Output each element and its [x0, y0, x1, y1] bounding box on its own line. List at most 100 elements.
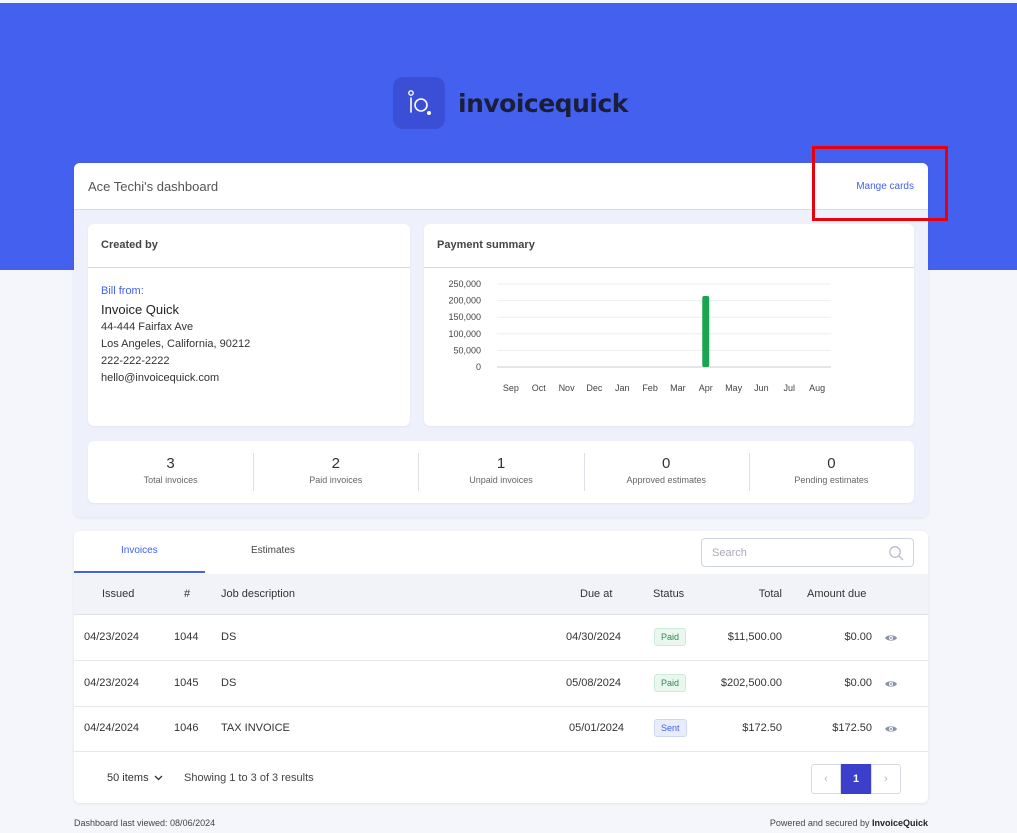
table-row[interactable]: 04/23/2024 1044 DS 04/30/2024 Paid $11,5… — [74, 615, 928, 661]
tab-invoices[interactable]: Invoices — [121, 545, 158, 556]
x-tick-label: Sep — [503, 383, 519, 393]
col-job-description[interactable]: Job description — [221, 588, 295, 600]
stat-value: 1 — [496, 455, 506, 472]
created-by-card: Created by Bill from: Invoice Quick 44-4… — [88, 224, 410, 426]
payment-summary-heading: Payment summary — [424, 224, 914, 268]
tab-estimates[interactable]: Estimates — [251, 545, 295, 556]
table-header: Issued # Job description Due at Status T… — [74, 574, 928, 615]
x-tick-label: May — [725, 383, 743, 393]
created-by-heading: Created by — [88, 224, 410, 268]
brand-header: invoicequick — [393, 77, 628, 129]
stat-label: Total invoices — [143, 475, 198, 485]
x-tick-label: Jul — [783, 383, 795, 393]
pagination: ‹ 1 › — [811, 764, 901, 794]
iq-logo-icon — [393, 77, 445, 129]
active-tab-indicator — [74, 571, 205, 573]
y-tick-label: 150,000 — [448, 312, 481, 322]
x-tick-label: Oct — [532, 383, 547, 393]
dashboard-header: Ace Techi's dashboard Mange cards — [74, 163, 928, 210]
per-page-value: 50 items — [107, 772, 149, 784]
dashboard-panel: Ace Techi's dashboard Mange cards Create… — [74, 163, 928, 517]
stat-value: 0 — [662, 455, 671, 472]
stat-label: Unpaid invoices — [469, 475, 533, 485]
y-tick-label: 250,000 — [448, 279, 481, 289]
brand-name: invoicequick — [458, 88, 628, 118]
dashboard-title: Ace Techi's dashboard — [88, 179, 219, 194]
manage-cards-link[interactable]: Mange cards — [856, 181, 914, 192]
chevron-down-icon — [152, 772, 163, 784]
view-eye-icon[interactable] — [884, 630, 898, 648]
cell-total: $202,500.00 — [720, 677, 782, 689]
y-tick-label: 50,000 — [453, 345, 481, 355]
table-footer: 50 items Showing 1 to 3 of 3 results ‹ 1… — [74, 752, 928, 803]
cell-number: 1044 — [174, 631, 199, 643]
status-badge: Paid — [654, 628, 687, 646]
stat-unpaid-invoices: 1 Unpaid invoices — [418, 441, 583, 503]
stats-card: 3 Total invoices 2 Paid invoices 1 Unpai… — [88, 441, 914, 503]
cell-total: $11,500.00 — [727, 631, 782, 643]
y-tick-label: 0 — [476, 362, 481, 372]
cell-amount-due: $0.00 — [844, 677, 872, 689]
view-eye-icon[interactable] — [884, 721, 898, 739]
last-viewed-text: Dashboard last viewed: 08/06/2024 — [74, 818, 216, 828]
status-badge: Sent — [654, 719, 687, 737]
cell-number: 1046 — [174, 722, 199, 734]
bill-from-address: Bill from: Invoice Quick 44-444 Fairfax … — [88, 268, 410, 402]
cell-due: 05/08/2024 — [566, 677, 622, 689]
cell-amount-due: $0.00 — [844, 631, 872, 643]
col-due-at[interactable]: Due at — [580, 588, 612, 600]
x-tick-label: Jan — [615, 383, 630, 393]
search-input[interactable] — [702, 539, 872, 566]
payment-summary-chart: 0 50,000 100,000 150,000 200,000 250,000 Sep Oc… — [448, 279, 831, 393]
stat-paid-invoices: 2 Paid invoices — [253, 441, 418, 503]
x-tick-label: Apr — [699, 383, 713, 393]
bar — [702, 295, 710, 367]
cell-due: 05/01/2024 — [569, 722, 625, 734]
cell-number: 1045 — [174, 677, 199, 689]
table-row[interactable]: 04/23/2024 1045 DS 05/08/2024 Paid $202,… — [74, 661, 928, 707]
search-icon[interactable] — [888, 545, 904, 566]
prev-page-button[interactable]: ‹ — [811, 764, 841, 794]
page-button[interactable]: 1 — [841, 764, 871, 794]
powered-prefix: Powered and secured by — [769, 818, 870, 828]
stat-total-invoices: 3 Total invoices — [88, 441, 253, 503]
stat-pending-estimates: 0 Pending estimates — [748, 441, 914, 503]
x-tick-label: Feb — [642, 383, 658, 393]
table-row[interactable]: 04/24/2024 1046 TAX INVOICE 05/01/2024 S… — [74, 706, 928, 752]
col-issued[interactable]: Issued — [102, 588, 134, 600]
stat-value: 0 — [827, 455, 836, 472]
powered-by-text: Powered and secured by InvoiceQuick — [770, 818, 928, 828]
stat-label: Pending estimates — [794, 475, 869, 485]
stat-label: Paid invoices — [309, 475, 363, 485]
col-total[interactable]: Total — [759, 588, 782, 600]
per-page-select[interactable]: 50 items — [107, 772, 163, 784]
stat-value: 3 — [166, 455, 175, 472]
col-amount-due[interactable]: Amount due — [807, 588, 866, 600]
stat-value: 2 — [331, 455, 340, 472]
x-tick-label: Nov — [559, 383, 576, 393]
results-summary: Showing 1 to 3 of 3 results — [184, 772, 314, 784]
cell-issued: 04/23/2024 — [84, 677, 140, 689]
x-tick-label: Aug — [809, 383, 825, 393]
y-tick-label: 100,000 — [448, 329, 481, 339]
stat-label: Approved estimates — [626, 475, 706, 485]
cell-due: 04/30/2024 — [566, 631, 622, 643]
phone-number: 222-222-2222 — [101, 355, 170, 367]
x-tick-label: Mar — [670, 383, 686, 393]
next-page-button[interactable]: › — [871, 764, 901, 794]
view-eye-icon[interactable] — [884, 676, 898, 694]
y-tick-label: 200,000 — [448, 296, 481, 306]
col-number[interactable]: # — [184, 588, 190, 600]
cell-total: $172.50 — [742, 722, 782, 734]
x-tick-label: Jun — [754, 383, 769, 393]
powered-brand: InvoiceQuick — [871, 818, 928, 828]
status-badge: Paid — [654, 674, 687, 692]
bill-from-label: Bill from: — [101, 285, 144, 297]
cell-issued: 04/23/2024 — [84, 631, 140, 643]
cell-job: DS — [221, 631, 237, 643]
cell-job: TAX INVOICE — [221, 722, 290, 734]
col-status[interactable]: Status — [653, 588, 684, 600]
stat-approved-estimates: 0 Approved estimates — [583, 441, 749, 503]
invoices-panel: Invoices Estimates Issued # Job descript… — [74, 531, 928, 803]
cell-job: DS — [221, 677, 237, 689]
